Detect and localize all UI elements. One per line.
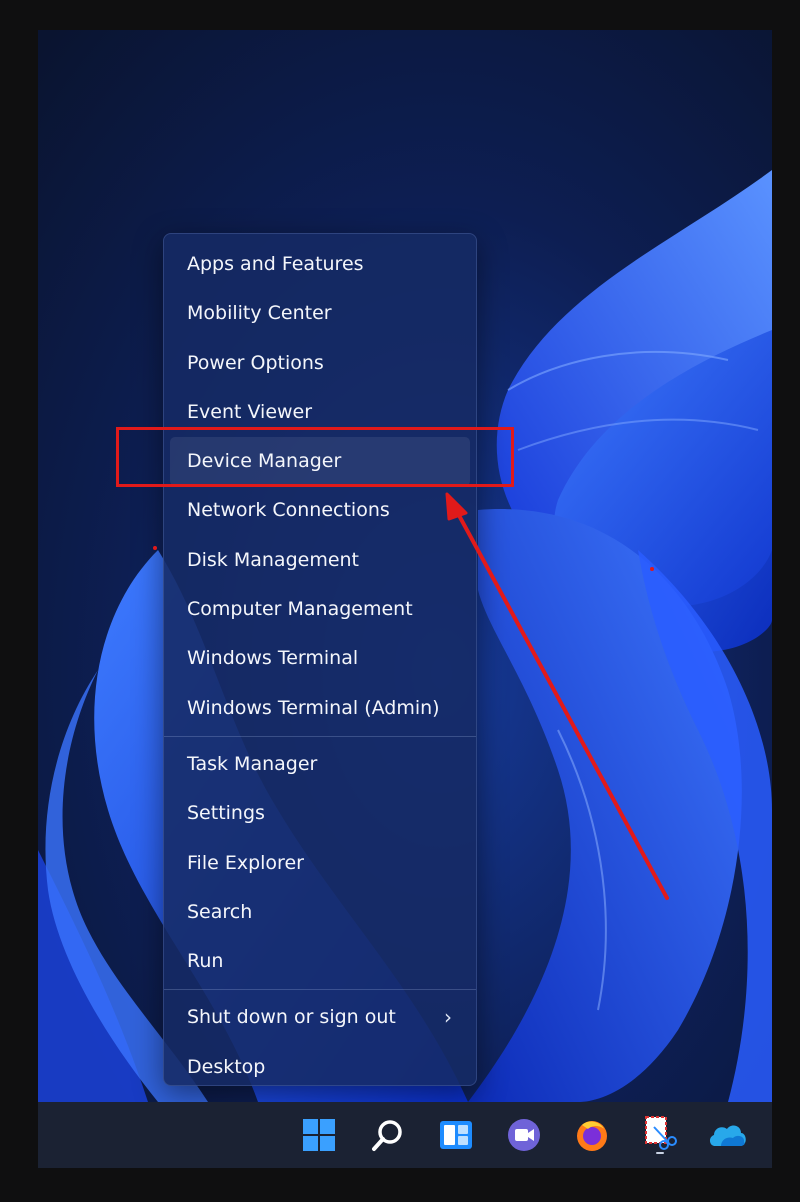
menu-item-search[interactable]: Search — [170, 888, 470, 937]
annotation-highlight-box — [116, 427, 514, 487]
search-icon[interactable] — [366, 1113, 410, 1157]
chevron-right-icon: › — [444, 1005, 452, 1030]
snipping-tool-icon[interactable] — [638, 1113, 682, 1157]
teams-chat-icon[interactable] — [502, 1113, 546, 1157]
menu-item-run[interactable]: Run — [170, 937, 470, 986]
menu-separator — [164, 735, 476, 737]
winx-context-menu: Apps and Features Mobility Center Power … — [163, 233, 477, 1086]
taskbar — [38, 1102, 772, 1168]
menu-item-windows-terminal-admin[interactable]: Windows Terminal (Admin) — [170, 684, 470, 733]
annotation-dot — [153, 546, 157, 550]
desktop-screen: Apps and Features Mobility Center Power … — [38, 30, 772, 1168]
menu-item-windows-terminal[interactable]: Windows Terminal — [170, 634, 470, 683]
menu-item-disk-management[interactable]: Disk Management — [170, 536, 470, 585]
menu-item-file-explorer[interactable]: File Explorer — [170, 839, 470, 888]
menu-item-computer-management[interactable]: Computer Management — [170, 585, 470, 634]
menu-item-mobility-center[interactable]: Mobility Center — [170, 289, 470, 338]
menu-item-network-connections[interactable]: Network Connections — [170, 486, 470, 535]
menu-item-apps-and-features[interactable]: Apps and Features — [170, 240, 470, 289]
annotation-dot — [650, 567, 654, 571]
menu-item-task-manager[interactable]: Task Manager — [170, 740, 470, 789]
onedrive-icon[interactable] — [705, 1113, 749, 1157]
menu-item-desktop[interactable]: Desktop — [170, 1043, 470, 1092]
menu-separator — [164, 989, 476, 991]
menu-item-power-options[interactable]: Power Options — [170, 339, 470, 388]
firefox-icon[interactable] — [570, 1113, 614, 1157]
widgets-icon[interactable] — [434, 1113, 478, 1157]
menu-item-shut-down-or-sign-out[interactable]: Shut down or sign out › — [170, 993, 470, 1042]
menu-item-label: Shut down or sign out — [187, 1006, 396, 1029]
menu-item-settings[interactable]: Settings — [170, 789, 470, 838]
windows-start-icon[interactable] — [297, 1113, 341, 1157]
